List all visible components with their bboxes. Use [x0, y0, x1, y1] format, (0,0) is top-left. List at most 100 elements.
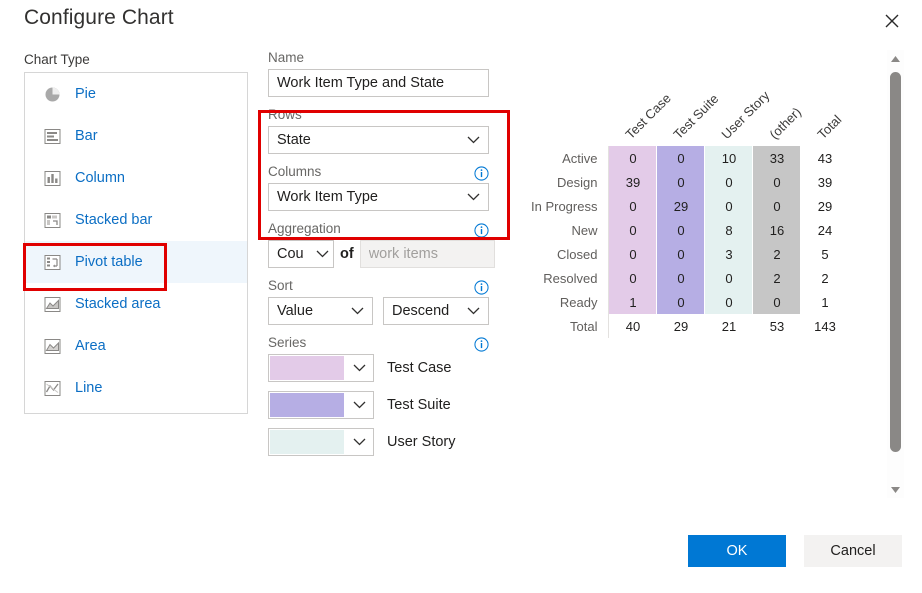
rows-dropdown[interactable]: State: [268, 126, 489, 154]
pivot-table-cell: 21: [705, 314, 753, 338]
scroll-up-arrow-icon[interactable]: [887, 50, 904, 67]
chart-name-input[interactable]: Work Item Type and State: [268, 69, 489, 97]
pivot-row-header-label: In Progress: [530, 194, 609, 218]
chart-type-item-label: Line: [75, 380, 102, 396]
chart-type-item-stacked-area[interactable]: Stacked area: [25, 283, 247, 325]
ok-button[interactable]: OK: [688, 535, 786, 567]
chart-type-label: Chart Type: [24, 52, 90, 67]
columns-label: Columns: [268, 164, 321, 179]
sort-label: Sort: [268, 278, 293, 293]
pivot-table-row: Design3900039: [530, 170, 849, 194]
pivot-table-icon: [43, 253, 62, 272]
chart-type-item-stacked-bar[interactable]: Stacked bar: [25, 199, 247, 241]
chart-type-item-pivot-table[interactable]: Pivot table: [25, 241, 247, 283]
series-name-label: Test Case: [387, 360, 451, 376]
chart-type-item-bar[interactable]: Bar: [25, 115, 247, 157]
columns-dropdown[interactable]: Work Item Type: [268, 183, 489, 211]
pivot-table-head: Test CaseTest SuiteUser Story (other)Tota…: [530, 68, 849, 146]
chart-type-item-pie[interactable]: Pie: [25, 73, 247, 115]
chart-type-item-label: Column: [75, 170, 125, 186]
chevron-down-icon: [345, 355, 373, 381]
chart-type-item-area[interactable]: Area: [25, 325, 247, 367]
pivot-header-row: Test CaseTest SuiteUser Story (other)Tota…: [530, 68, 849, 146]
pivot-table-cell: 16: [753, 218, 801, 242]
info-icon[interactable]: [474, 166, 489, 181]
pivot-table-cell: 2: [753, 242, 801, 266]
aggregation-field-input[interactable]: work items: [360, 240, 495, 268]
page-title: Configure Chart: [24, 6, 174, 30]
chevron-down-icon: [345, 392, 373, 418]
pivot-table-cell: 0: [657, 290, 705, 314]
pivot-table-cell: 5: [801, 242, 849, 266]
pivot-table-cell: 40: [609, 314, 657, 338]
series-color-dropdown[interactable]: [268, 391, 374, 419]
chart-type-item-label: Pie: [75, 86, 96, 102]
series-label: Series: [268, 335, 306, 350]
pivot-table-cell: 2: [753, 266, 801, 290]
chart-preview-panel: Test CaseTest SuiteUser Story(other)Tota…: [510, 50, 872, 498]
series-item: User Story: [268, 428, 498, 456]
pivot-row-header-label: Total: [530, 314, 609, 338]
scroll-down-arrow-icon[interactable]: [887, 481, 904, 498]
pie-chart-icon: [43, 85, 62, 104]
pivot-table-row: In Progress0290029: [530, 194, 849, 218]
aggregation-dropdown[interactable]: Cou: [268, 240, 334, 268]
info-icon[interactable]: [474, 337, 489, 352]
pivot-row-header-label: Active: [530, 146, 609, 170]
sort-row: Value Descend: [268, 297, 498, 325]
pivot-table-row: Active00103343: [530, 146, 849, 170]
pivot-table-row: Resolved00022: [530, 266, 849, 290]
scrollbar-thumb[interactable]: [890, 72, 901, 452]
pivot-column-header-label: (other): [766, 104, 804, 142]
pivot-row-header-label: Resolved: [530, 266, 609, 290]
chart-type-item-column[interactable]: Column: [25, 157, 247, 199]
pivot-column-header: User Story: [705, 68, 753, 146]
close-icon[interactable]: [876, 6, 908, 36]
pivot-column-header: Test Suite: [657, 68, 705, 146]
rows-label: Rows: [268, 107, 302, 122]
arrow-up-glyph: [891, 56, 900, 62]
sort-by-dropdown[interactable]: Value: [268, 297, 373, 325]
series-list: Test Case Test Suite User Story: [268, 354, 498, 456]
sort-direction-value: Descend: [392, 303, 463, 319]
series-color-swatch: [270, 356, 344, 380]
pivot-table-cell: 0: [657, 266, 705, 290]
pivot-table-cell: 2: [801, 266, 849, 290]
series-color-dropdown[interactable]: [268, 428, 374, 456]
pivot-table-cell: 0: [609, 266, 657, 290]
pivot-column-header: Test Case: [609, 68, 657, 146]
pivot-table-cell: 43: [801, 146, 849, 170]
name-label: Name: [268, 50, 304, 65]
pivot-table-cell: 1: [801, 290, 849, 314]
pivot-table-cell: 0: [753, 194, 801, 218]
pivot-table-cell: 0: [705, 266, 753, 290]
column-chart-icon: [43, 169, 62, 188]
aggregation-row: Cou of work items: [268, 240, 498, 268]
pivot-table-cell: 8: [705, 218, 753, 242]
series-item: Test Case: [268, 354, 498, 382]
info-icon[interactable]: [474, 280, 489, 295]
chart-type-item-line[interactable]: Line: [25, 367, 247, 409]
sort-direction-dropdown[interactable]: Descend: [383, 297, 489, 325]
dialog-scrollbar[interactable]: [887, 50, 904, 498]
bar-chart-icon: [43, 127, 62, 146]
info-icon[interactable]: [474, 223, 489, 238]
pivot-table-cell: 33: [753, 146, 801, 170]
pivot-table-cell: 0: [705, 290, 753, 314]
dialog-title-bar: Configure Chart: [0, 0, 922, 44]
chart-type-list: Pie Bar Column Stacked bar Pivot tableStacke…: [24, 72, 248, 414]
columns-label-row: Columns: [268, 164, 489, 183]
line-chart-icon: [43, 379, 62, 398]
pivot-table-cell: 53: [753, 314, 801, 338]
cancel-button[interactable]: Cancel: [804, 535, 902, 567]
close-glyph: [885, 14, 899, 28]
pivot-table-row: Total40292153143: [530, 314, 849, 338]
series-name-label: Test Suite: [387, 397, 451, 413]
pivot-column-header: Total: [801, 68, 849, 146]
pivot-table-cell: 0: [609, 194, 657, 218]
chart-type-item-label: Stacked bar: [75, 212, 152, 228]
series-color-dropdown[interactable]: [268, 354, 374, 382]
arrow-down-glyph: [891, 487, 900, 493]
pivot-table-cell: 39: [609, 170, 657, 194]
pivot-table-cell: 29: [801, 194, 849, 218]
